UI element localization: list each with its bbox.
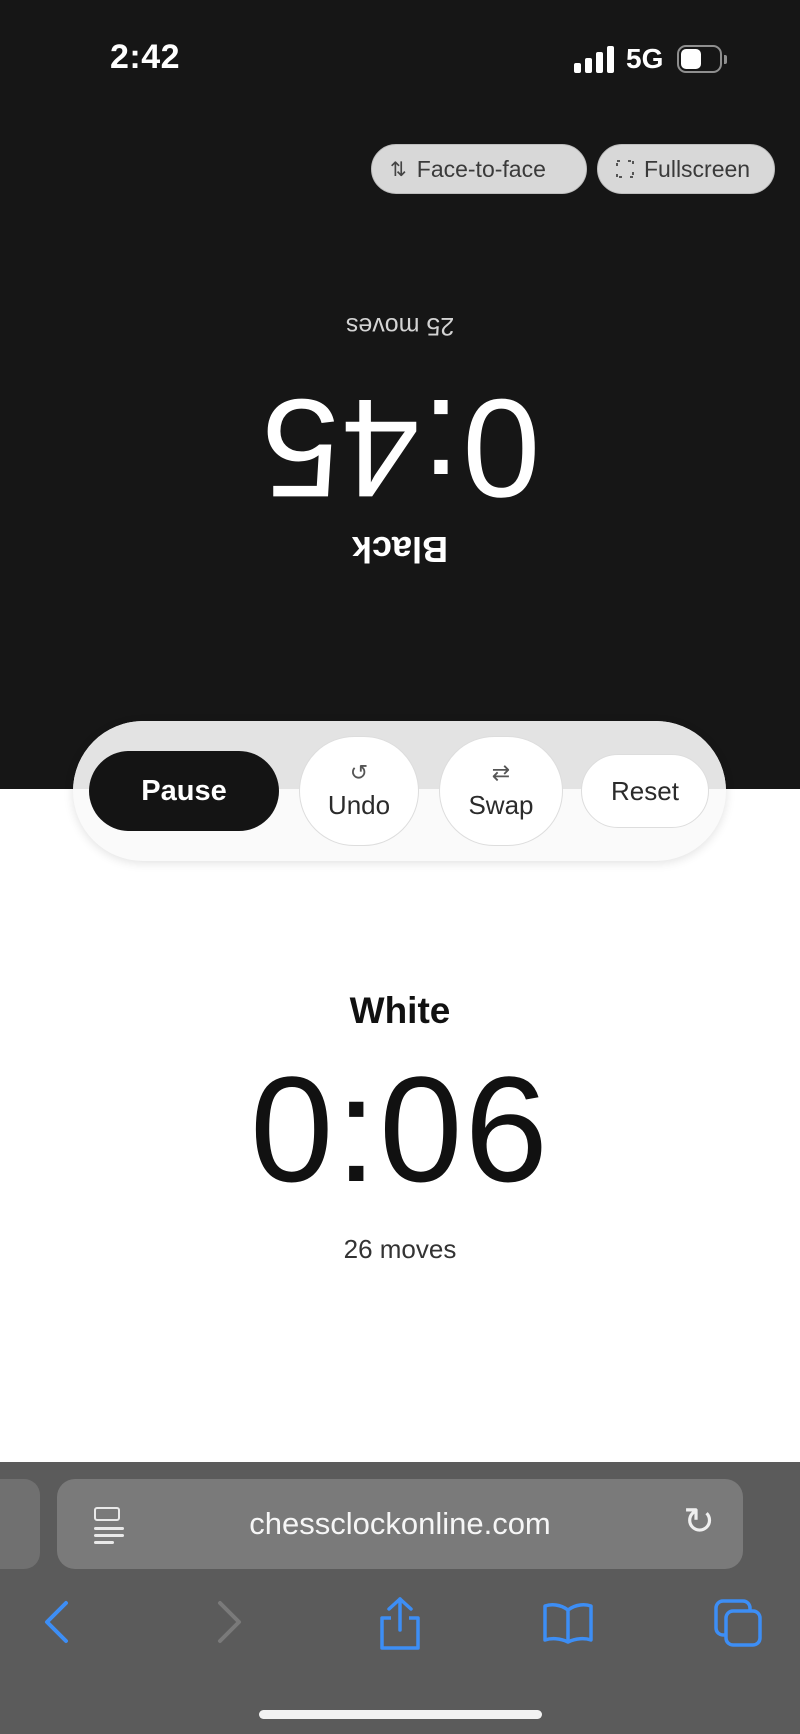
previous-tab-preview[interactable] [0, 1479, 40, 1569]
arrows-up-down-icon: ⇅ [390, 158, 407, 181]
status-time: 2:42 [110, 38, 181, 76]
white-player-name: White [349, 990, 451, 1031]
back-chevron-icon[interactable] [42, 1600, 70, 1644]
swap-arrows-icon: ⇄ [491, 759, 511, 785]
undo-icon: ↺ [349, 759, 369, 785]
pause-button[interactable]: Pause [89, 751, 279, 831]
home-indicator [259, 1710, 542, 1719]
top-controls: ⇅ Face-to-face Fullscreen [371, 144, 775, 194]
browser-chrome: chessclockonline.com ↻ [0, 1462, 800, 1734]
bookmarks-icon[interactable] [542, 1602, 594, 1644]
white-player-clock[interactable]: White 0:06 26 moves [0, 990, 800, 1265]
swap-button[interactable]: ⇄ Swap [439, 736, 563, 846]
undo-button[interactable]: ↺ Undo [299, 736, 419, 846]
fullscreen-button[interactable]: Fullscreen [597, 144, 775, 194]
swap-label: Swap [468, 789, 534, 820]
black-time-remaining: 0:45 [259, 370, 541, 527]
battery-icon [677, 45, 727, 73]
url-text: chessclockonline.com [249, 1506, 551, 1541]
tabs-icon[interactable] [713, 1598, 763, 1648]
face-to-face-label: Face-to-face [416, 155, 546, 182]
black-player-name: Black [351, 529, 449, 570]
face-to-face-button[interactable]: ⇅ Face-to-face [371, 144, 587, 194]
network-type: 5G [626, 43, 664, 74]
fullscreen-icon [616, 160, 634, 178]
reset-label: Reset [611, 775, 679, 806]
reload-icon[interactable]: ↻ [683, 1503, 715, 1541]
white-time-remaining: 0:06 [250, 1045, 550, 1213]
black-player-clock: Black 0:45 25 moves [0, 300, 800, 590]
address-bar[interactable]: chessclockonline.com ↻ [57, 1479, 743, 1569]
forward-chevron-icon[interactable] [216, 1600, 244, 1644]
white-move-count: 26 moves [343, 1234, 457, 1264]
black-move-count: 25 moves [345, 312, 455, 340]
control-bar: Pause ↺ Undo ⇄ Swap Reset [73, 721, 726, 861]
cellular-signal-icon [574, 46, 616, 73]
browser-toolbar [0, 1592, 800, 1672]
undo-label: Undo [327, 789, 391, 820]
pause-label: Pause [141, 774, 227, 807]
status-bar: 2:42 5G [0, 0, 800, 120]
black-player-area[interactable]: 2:42 5G ⇅ Face-to-face Fullscreen Black … [0, 0, 800, 789]
share-icon[interactable] [376, 1596, 424, 1652]
fullscreen-label: Fullscreen [644, 155, 751, 182]
reset-button[interactable]: Reset [581, 754, 709, 828]
